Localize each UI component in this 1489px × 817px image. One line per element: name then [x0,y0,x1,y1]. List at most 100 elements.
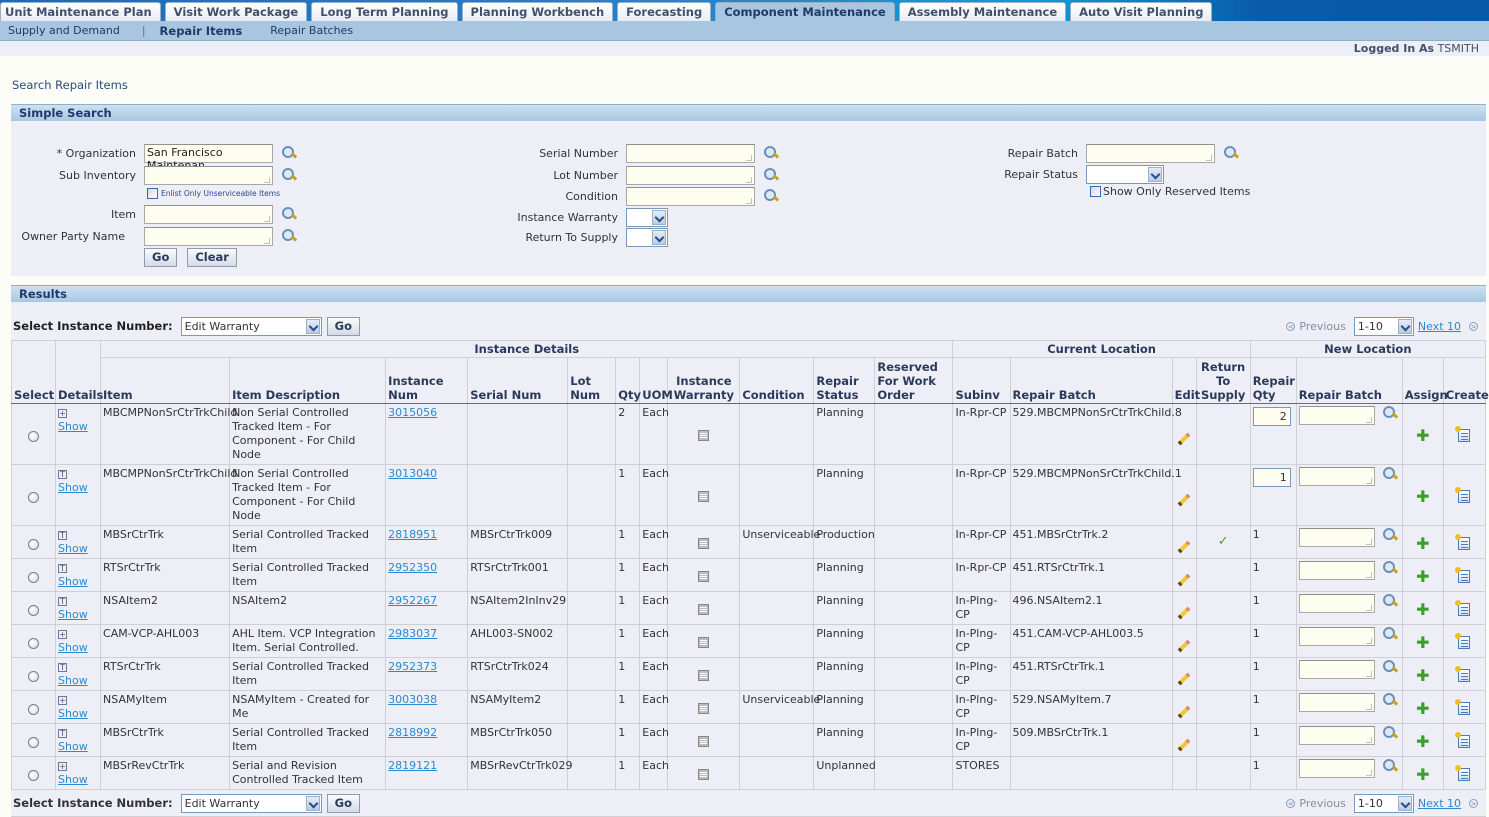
show-details-link[interactable]: Show [58,542,88,555]
new-repair-batch-input[interactable] [1298,561,1375,580]
warranty-details-icon[interactable] [698,537,710,549]
assign-plus-icon[interactable]: ✚ [1416,701,1429,717]
new-repair-batch-search-icon[interactable] [1382,660,1397,674]
assign-plus-icon[interactable]: ✚ [1416,767,1429,783]
tab-unit-maintenance-plan[interactable]: Unit Maintenance Plan [0,2,161,21]
create-batch-icon[interactable] [1455,698,1471,715]
create-batch-icon[interactable] [1455,764,1471,781]
edit-pencil-icon[interactable] [1177,738,1191,752]
item-input[interactable] [144,204,273,224]
repair-status-select[interactable] [1086,164,1164,184]
page-range-select[interactable]: 1-10 [1353,317,1414,336]
new-repair-batch-search-icon[interactable] [1382,726,1397,740]
serial-number-search-icon[interactable] [764,146,778,160]
instance-num-link[interactable]: 2952267 [388,594,437,607]
expand-icon[interactable]: + [58,761,68,771]
tab-auto-visit-planning[interactable]: Auto Visit Planning [1070,2,1213,21]
edit-pencil-icon[interactable] [1177,705,1191,719]
subnav-repair-items[interactable]: Repair Items [160,24,243,38]
tree-icon[interactable]: T [58,563,68,573]
warranty-details-icon[interactable] [698,603,710,615]
new-repair-batch-search-icon[interactable] [1382,467,1397,481]
row-select-radio[interactable] [28,670,39,682]
row-select-radio[interactable] [28,491,39,503]
row-select-radio[interactable] [28,703,39,715]
edit-pencil-icon[interactable] [1177,639,1191,653]
create-batch-icon[interactable] [1455,566,1471,583]
new-repair-batch-search-icon[interactable] [1382,594,1397,608]
item-search-icon[interactable] [282,207,296,221]
create-batch-icon[interactable] [1455,665,1471,682]
create-batch-icon[interactable] [1455,425,1471,442]
assign-plus-icon[interactable]: ✚ [1416,569,1429,585]
create-batch-icon[interactable] [1455,731,1471,748]
new-repair-batch-input[interactable] [1298,660,1375,679]
instance-num-link[interactable]: 2952373 [388,660,437,673]
show-details-link[interactable]: Show [58,575,88,588]
instance-num-link[interactable]: 3015056 [388,406,437,419]
next-icon[interactable]: > [1469,799,1478,808]
row-select-radio[interactable] [28,769,39,781]
instance-num-link[interactable]: 2952350 [388,561,437,574]
create-batch-icon[interactable] [1455,486,1471,503]
new-repair-batch-input[interactable] [1298,726,1375,745]
tab-long-term-planning[interactable]: Long Term Planning [311,2,458,21]
next-icon[interactable]: > [1469,322,1478,331]
tab-component-maintenance[interactable]: Component Maintenance [715,2,895,21]
create-batch-icon[interactable] [1455,632,1471,649]
row-select-radio[interactable] [28,430,39,442]
owner-party-input[interactable] [144,226,273,246]
repair-qty-input[interactable]: 1 [1252,468,1291,487]
show-details-link[interactable]: Show [58,707,88,720]
show-details-link[interactable]: Show [58,674,88,687]
action-go-button-bottom[interactable]: Go [326,793,360,813]
assign-plus-icon[interactable]: ✚ [1416,602,1429,618]
repair-batch-search-icon[interactable] [1224,146,1238,160]
show-details-link[interactable]: Show [58,608,88,621]
warranty-details-icon[interactable] [698,669,710,681]
create-batch-icon[interactable] [1455,599,1471,616]
new-repair-batch-search-icon[interactable] [1382,406,1397,420]
lot-number-search-icon[interactable] [764,168,778,182]
tab-planning-workbench[interactable]: Planning Workbench [461,2,614,21]
repair-qty-input[interactable]: 2 [1252,407,1291,426]
tree-icon[interactable]: T [58,469,68,479]
tab-assembly-maintenance[interactable]: Assembly Maintenance [898,2,1067,21]
new-repair-batch-search-icon[interactable] [1382,627,1397,641]
next-link-bottom[interactable]: Next 10 [1418,797,1461,810]
row-select-radio[interactable] [28,736,39,748]
tree-icon[interactable]: T [58,728,68,738]
owner-party-search-icon[interactable] [282,229,296,243]
tree-icon[interactable]: T [58,530,68,540]
instance-num-link[interactable]: 3013040 [388,467,437,480]
edit-pencil-icon[interactable] [1177,672,1191,686]
row-select-radio[interactable] [28,571,39,583]
row-select-radio[interactable] [28,538,39,550]
action-select[interactable]: Edit Warranty [180,316,322,336]
expand-icon[interactable]: + [58,695,68,705]
warranty-details-icon[interactable] [698,735,710,747]
new-repair-batch-input[interactable] [1298,467,1375,486]
return-to-supply-select[interactable] [626,227,668,247]
show-details-link[interactable]: Show [58,773,88,786]
instance-num-link[interactable]: 3003038 [388,693,437,706]
tree-icon[interactable]: T [58,596,68,606]
assign-plus-icon[interactable]: ✚ [1416,635,1429,651]
assign-plus-icon[interactable]: ✚ [1416,428,1429,444]
organization-input[interactable]: San Francisco Maintenan [144,143,273,172]
subnav-supply-and-demand[interactable]: Supply and Demand [8,24,120,37]
serial-number-input[interactable] [626,143,755,163]
search-go-button[interactable]: Go [144,247,178,267]
new-repair-batch-input[interactable] [1298,528,1375,547]
edit-pencil-icon[interactable] [1177,432,1191,446]
instance-num-link[interactable]: 2819121 [388,759,437,772]
warranty-details-icon[interactable] [698,429,710,441]
condition-search-icon[interactable] [764,189,778,203]
show-details-link[interactable]: Show [58,641,88,654]
warranty-details-icon[interactable] [698,702,710,714]
tab-forecasting[interactable]: Forecasting [617,2,712,21]
assign-plus-icon[interactable]: ✚ [1416,536,1429,552]
edit-pencil-icon[interactable] [1177,606,1191,620]
lot-number-input[interactable] [626,165,755,185]
new-repair-batch-search-icon[interactable] [1382,561,1397,575]
